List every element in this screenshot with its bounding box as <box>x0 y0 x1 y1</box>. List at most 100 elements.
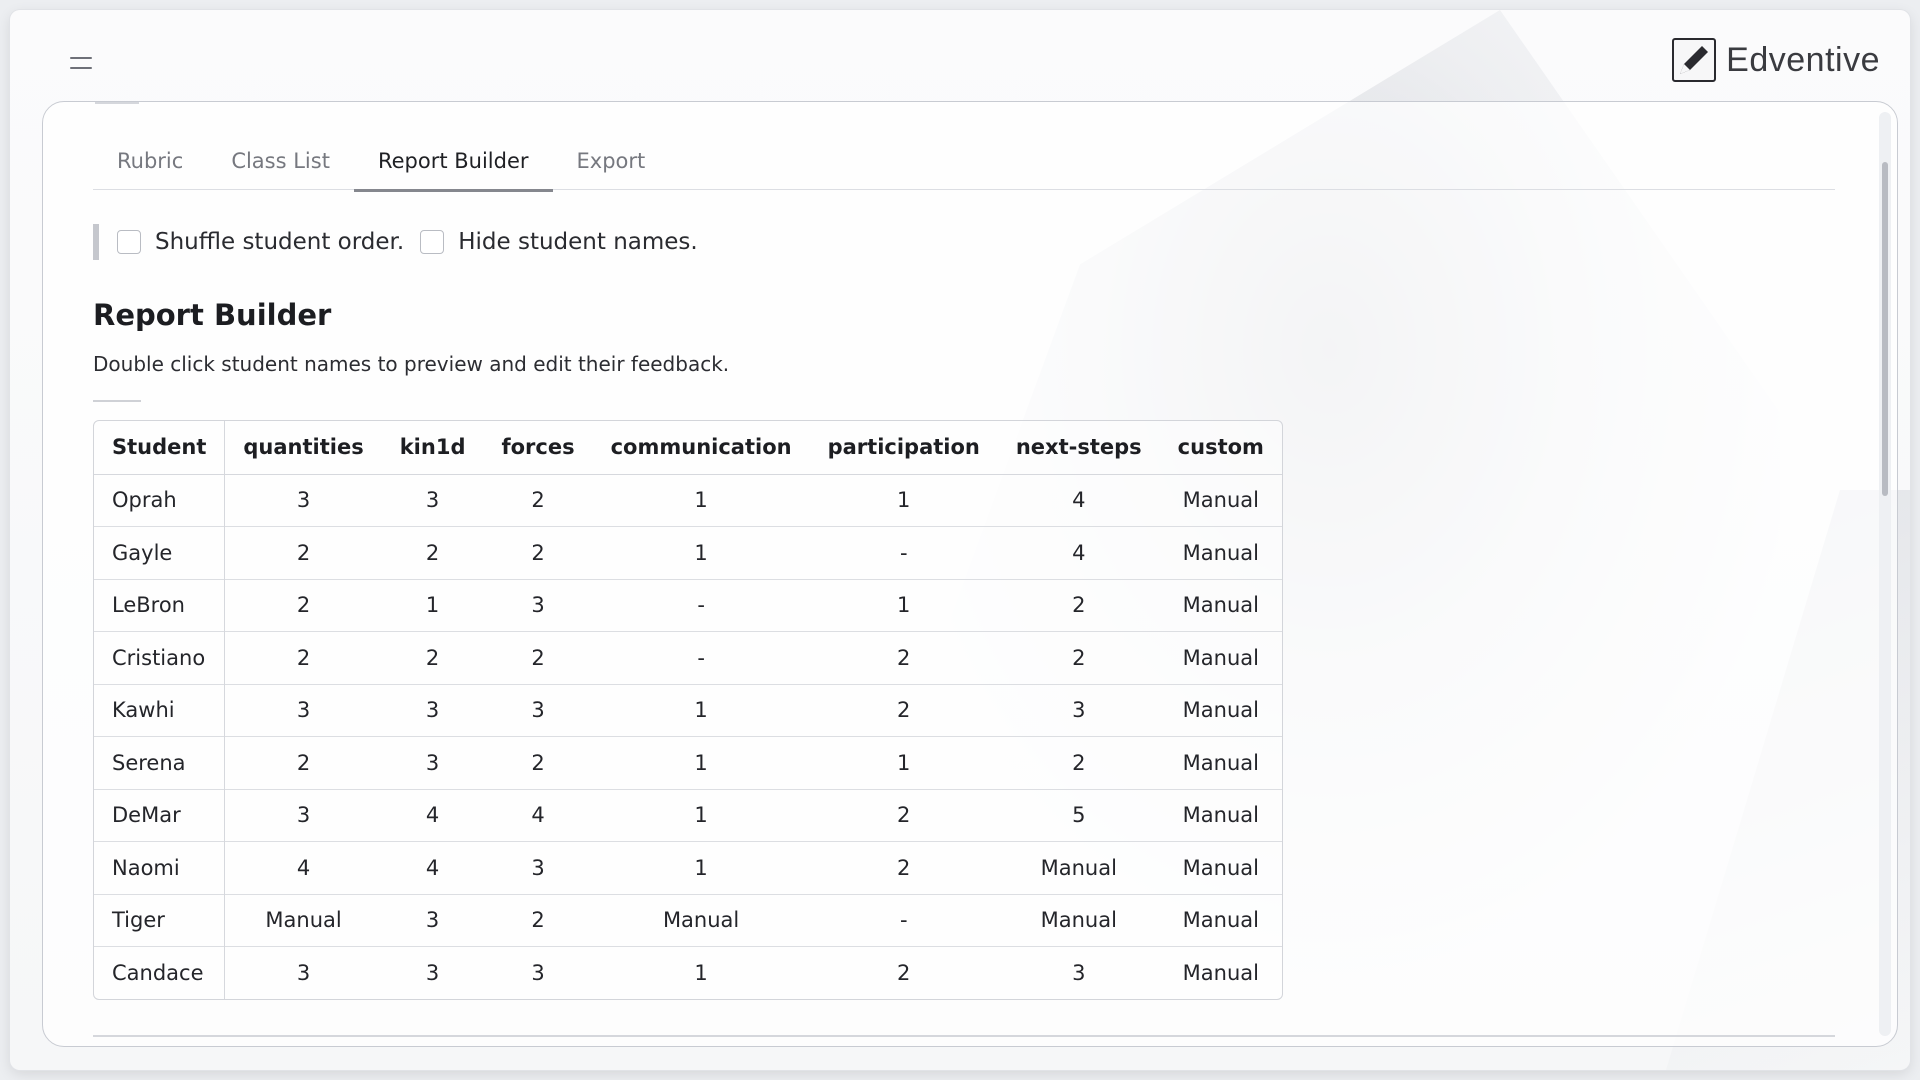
student-name-cell[interactable]: Candace <box>94 946 226 999</box>
score-cell: 1 <box>381 578 484 632</box>
score-cell: 3 <box>483 841 593 894</box>
score-cell: 4 <box>224 841 382 894</box>
column-header-student: Student <box>94 421 226 475</box>
score-cell: Manual <box>224 893 382 947</box>
score-cell: 1 <box>809 736 998 789</box>
table-row: Kawhi 3 3 3 1 2 3 Manual <box>94 683 1282 737</box>
score-cell: 3 <box>381 736 484 789</box>
score-cell: 1 <box>592 841 810 894</box>
student-name-cell[interactable]: DeMar <box>94 788 226 842</box>
score-cell: Manual <box>1182 488 1259 513</box>
score-cell: - <box>592 631 810 684</box>
score-cell: Manual <box>1159 736 1282 789</box>
column-header-participation: participation <box>809 421 998 475</box>
score-cell: Manual <box>1159 788 1282 842</box>
score-cell: 2 <box>997 631 1160 684</box>
student-name-cell[interactable]: Serena <box>94 736 226 789</box>
score-cell: 2 <box>483 893 593 947</box>
hide-names-label: Hide student names. <box>458 229 698 255</box>
score-cell: 1 <box>694 488 708 513</box>
student-name-cell[interactable]: LeBron <box>94 578 226 632</box>
shuffle-checkbox[interactable] <box>117 230 141 254</box>
brand: Edventive <box>1672 38 1880 82</box>
hide-names-checkbox[interactable] <box>420 230 445 254</box>
score-cell: Manual <box>1159 526 1282 579</box>
score-cell: Manual <box>997 841 1160 894</box>
score-cell: 1 <box>592 788 810 842</box>
table-row: Serena 2 3 2 1 1 2 Manual <box>94 736 1282 789</box>
brand-name: Edventive <box>1726 40 1880 79</box>
table-row: Cristiano 2 2 2-2 2 Manual <box>94 631 1282 684</box>
table-row: Gayle 2 2 2 1-4 Manual <box>94 526 1282 579</box>
column-header-forces: forces <box>483 421 593 475</box>
table-row: Oprah 3 3 2 1 1 4 Manual <box>94 474 1282 527</box>
score-cell: Manual <box>997 893 1160 947</box>
pen-square-icon <box>1672 38 1717 82</box>
tab-export[interactable]: Export <box>553 132 670 190</box>
divider <box>93 400 141 402</box>
score-cell: - <box>592 578 810 632</box>
table-row: DeMar 3 4 4 1 2 5 Manual <box>94 788 1282 842</box>
score-cell: 2 <box>381 526 484 579</box>
score-cell: 2 <box>224 631 382 684</box>
score-cell: 1 <box>592 526 810 579</box>
score-cell: 2 <box>224 526 382 579</box>
hamburger-menu-icon[interactable] <box>60 48 102 78</box>
score-cell: Manual <box>1159 893 1282 947</box>
table-header-row: Student quantities kin1d forces communicatio… <box>94 421 1282 475</box>
score-cell: Manual <box>592 893 810 947</box>
divider <box>93 1035 1835 1037</box>
student-name-cell[interactable]: Naomi <box>94 841 226 894</box>
hide-names-option[interactable]: Hide student names. <box>420 229 698 255</box>
score-cell: 2 <box>483 526 593 579</box>
score-cell: 3 <box>224 683 382 737</box>
scrollbar[interactable] <box>1879 112 1891 1036</box>
table-row: Tiger Manual 3 2 Manual - Manual Manual <box>94 893 1282 947</box>
score-cell: 3 <box>381 946 484 999</box>
student-name-cell[interactable]: Oprah <box>94 474 226 527</box>
score-cell: Manual <box>1159 631 1282 684</box>
score-cell: 5 <box>997 788 1160 842</box>
shuffle-option[interactable]: Shuffle student order. <box>117 229 404 255</box>
score-cell: 3 <box>483 578 593 632</box>
scroll-thumb[interactable] <box>1882 162 1888 496</box>
score-cell: 2 <box>531 488 545 513</box>
score-cell: 1 <box>592 946 810 999</box>
score-cell: Manual <box>1159 946 1282 999</box>
score-cell: 3 <box>296 488 311 513</box>
score-cell: 2 <box>483 736 593 789</box>
score-cell: 4 <box>1072 488 1086 513</box>
tab-rubric[interactable]: Rubric <box>93 132 207 190</box>
score-cell: 1 <box>592 736 810 789</box>
table-row: LeBron 2 1 3-1 2 Manual <box>94 578 1282 632</box>
score-cell: 2 <box>809 631 998 684</box>
score-cell: 3 <box>997 946 1160 999</box>
column-header-communication: communication <box>592 421 810 475</box>
student-name-cell[interactable]: Tiger <box>94 893 226 947</box>
score-cell: 2 <box>997 736 1160 789</box>
score-cell: 4 <box>997 526 1160 579</box>
score-cell: 3 <box>425 488 440 513</box>
student-name-cell[interactable]: Gayle <box>94 526 226 579</box>
student-name-cell[interactable]: Kawhi <box>94 683 226 737</box>
score-cell: 1 <box>809 578 998 632</box>
tab-bar: Rubric Class List Report Builder Export <box>93 132 1835 192</box>
score-cell: 3 <box>483 946 593 999</box>
score-cell: 3 <box>381 893 484 947</box>
table-row: Candace 3 3 3 1 2 3 Manual <box>94 946 1282 999</box>
score-cell: 3 <box>381 683 484 737</box>
score-cell: 1 <box>897 488 911 513</box>
score-cell: Manual <box>1159 841 1282 894</box>
report-table: Student quantities kin1d forces communicatio… <box>93 420 1283 1000</box>
score-cell: 4 <box>381 841 484 894</box>
tab-class-list[interactable]: Class List <box>207 132 354 190</box>
score-cell: 2 <box>224 736 382 789</box>
score-cell: 2 <box>809 788 998 842</box>
score-cell: 4 <box>483 788 593 842</box>
score-cell: Manual <box>1159 683 1282 737</box>
tab-report-builder[interactable]: Report Builder <box>353 132 553 192</box>
score-cell: 2 <box>809 683 998 737</box>
student-name-cell[interactable]: Cristiano <box>94 631 226 684</box>
table-row: Naomi 4 4 3 1 2 Manual Manual <box>94 841 1282 894</box>
score-cell: 2 <box>381 631 484 684</box>
